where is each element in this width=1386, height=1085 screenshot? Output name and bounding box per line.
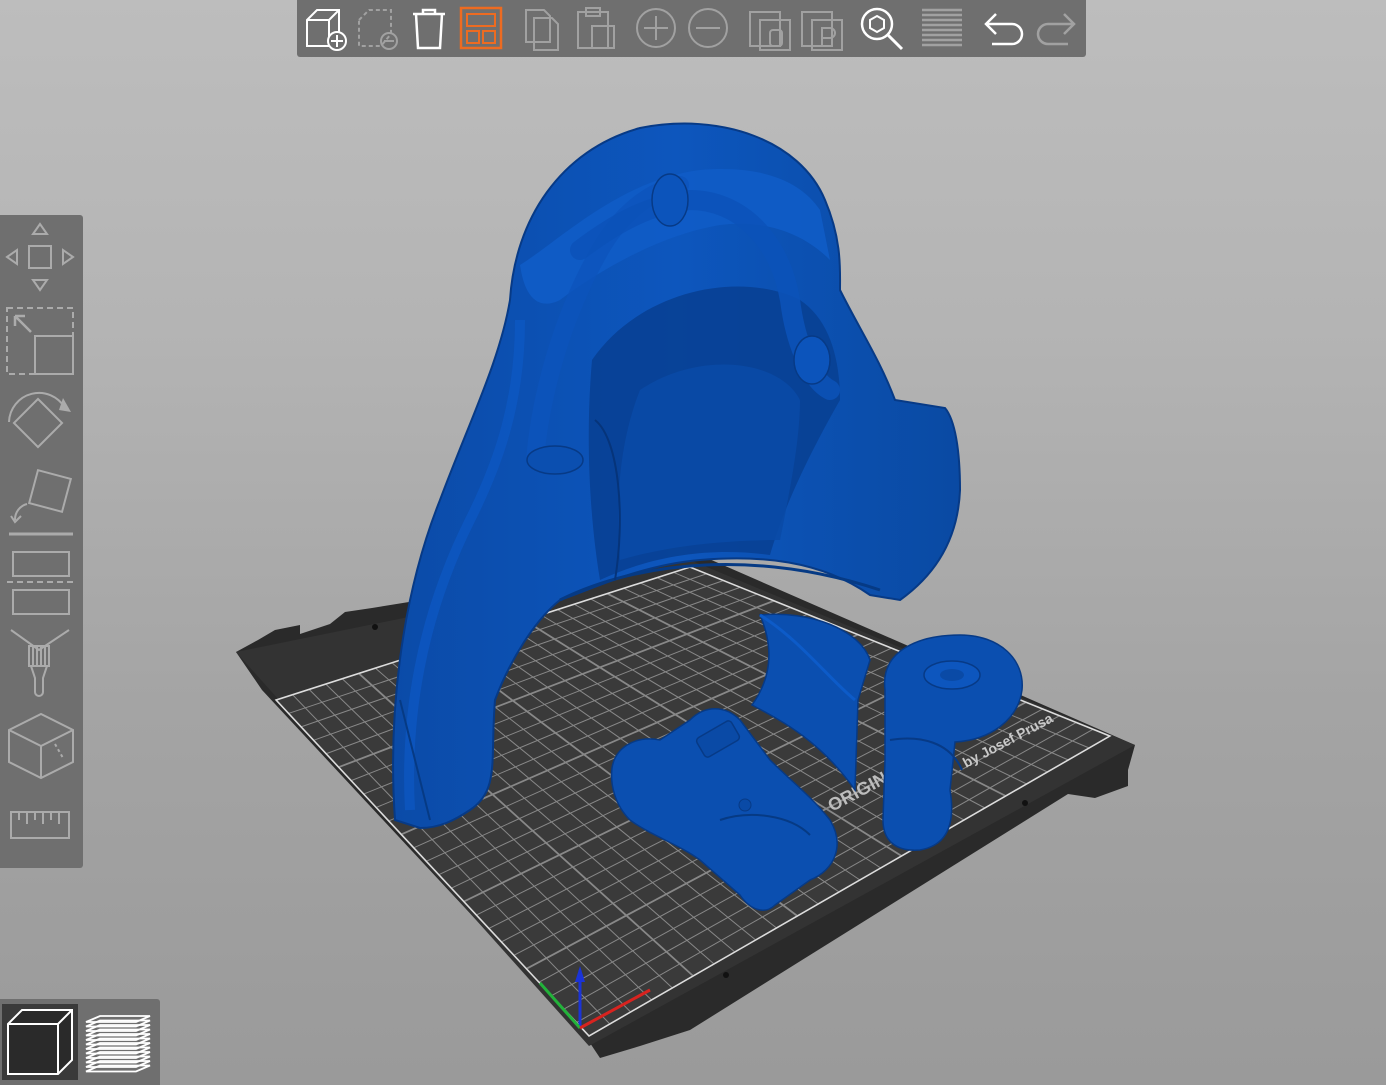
rotate-tool[interactable]	[2, 387, 78, 463]
3d-cube-icon	[7, 1009, 73, 1075]
search-icon	[860, 7, 904, 51]
split-parts-button[interactable]	[797, 3, 847, 53]
paint-supports-tool[interactable]	[2, 625, 78, 701]
copy-icon	[525, 9, 559, 51]
layers-editing-button[interactable]	[917, 3, 967, 53]
preview-button[interactable]	[80, 1004, 156, 1080]
move-tool[interactable]	[2, 219, 78, 295]
cut-icon	[7, 551, 73, 615]
redo-icon	[1036, 13, 1076, 46]
paste-button[interactable]	[571, 3, 621, 53]
measure-tool[interactable]	[2, 787, 78, 863]
scale-tool[interactable]	[2, 303, 78, 379]
split-objects-icon	[749, 11, 791, 51]
cut-tool[interactable]	[2, 545, 78, 621]
ruler-icon	[10, 811, 70, 839]
3d-scene[interactable]: ORIGINAL by Josef Prusa	[0, 0, 1386, 1085]
move-icon	[5, 222, 75, 292]
undo-icon	[984, 13, 1024, 46]
3d-viewport[interactable]: ORIGINAL by Josef Prusa	[0, 0, 1386, 1085]
arrange-icon	[459, 6, 503, 50]
place-on-face-icon	[9, 468, 73, 536]
cube-dashed-minus-icon	[358, 9, 398, 50]
layers-icon	[922, 8, 962, 47]
3d-view-button[interactable]	[2, 1004, 78, 1080]
scale-icon	[6, 307, 74, 375]
rotate-icon	[8, 391, 71, 449]
undo-button[interactable]	[979, 3, 1029, 53]
trash-icon	[413, 8, 445, 50]
add-button[interactable]	[300, 3, 350, 53]
delete-button[interactable]	[352, 3, 402, 53]
layers-preview-icon	[85, 1015, 151, 1073]
left-toolbar	[0, 215, 83, 868]
search-button[interactable]	[856, 3, 906, 53]
paint-brush-icon	[10, 629, 70, 697]
delete-all-button[interactable]	[404, 3, 454, 53]
split-parts-icon	[801, 11, 843, 51]
seam-painting-tool[interactable]	[2, 707, 78, 783]
place-on-face-tool[interactable]	[2, 465, 78, 541]
paste-icon	[577, 7, 615, 49]
redo-button[interactable]	[1031, 3, 1081, 53]
view-switcher	[0, 999, 160, 1085]
top-toolbar	[297, 0, 1086, 57]
split-objects-button[interactable]	[745, 3, 795, 53]
arrange-button[interactable]	[456, 3, 506, 53]
circle-minus-icon	[688, 8, 728, 48]
copy-button[interactable]	[519, 3, 569, 53]
circle-plus-icon	[636, 8, 676, 48]
add-instance-button[interactable]	[631, 3, 681, 53]
seam-cube-icon	[8, 712, 74, 780]
cube-plus-icon	[306, 9, 347, 51]
remove-instance-button[interactable]	[683, 3, 733, 53]
